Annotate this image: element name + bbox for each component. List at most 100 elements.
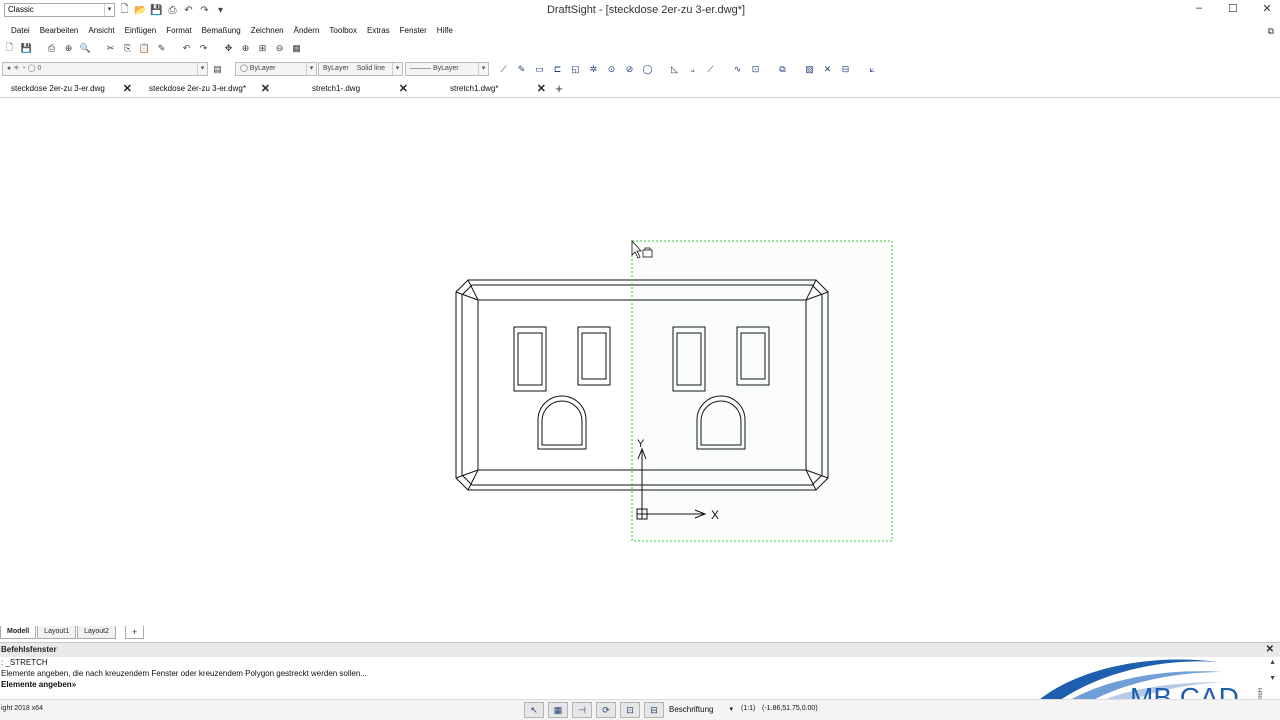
match-properties-icon[interactable]: ✎ (154, 41, 169, 55)
scroll-up-icon[interactable]: ▲ (1269, 659, 1276, 666)
snap-icon[interactable]: ↖ (524, 702, 544, 718)
print-preview-icon[interactable]: 🔍 (78, 41, 93, 55)
restore-icon[interactable]: ⧉ (1268, 26, 1274, 37)
add-tab-icon[interactable]: + (551, 81, 567, 97)
chevron-down-icon[interactable]: ▾ (729, 703, 733, 717)
redo-icon[interactable]: ↷ (196, 41, 211, 55)
command-window-header: Befehlsfenster ✕ (0, 643, 1280, 657)
undo-icon[interactable]: ↶ (179, 41, 194, 55)
close-tab-icon[interactable]: ✕ (261, 81, 270, 97)
properties-icon[interactable]: ▦ (289, 41, 304, 55)
ucs-x-label: X (711, 508, 719, 522)
zoom-window-icon[interactable]: ⊞ (255, 41, 270, 55)
region-icon[interactable]: ◱ (568, 62, 583, 76)
add-layout-icon[interactable]: + (125, 626, 145, 639)
menu-bar: Datei Bearbeiten Ansicht Einfügen Format Bema… (0, 22, 458, 40)
layer-select[interactable]: ● ☀ ◔ ◯ 0 ▾ (2, 62, 208, 76)
polyline-icon[interactable]: ⊏ (550, 62, 565, 76)
paste-icon[interactable]: 📋 (137, 41, 152, 55)
lineweight-select[interactable]: ——— ByLayer ▾ (405, 62, 489, 76)
layer-manager-icon[interactable]: ▤ (210, 62, 225, 76)
cut-icon[interactable]: ✂ (103, 41, 118, 55)
doc-tab-label: steckdose 2er-zu 3-er.dwg* (149, 84, 246, 93)
edit-icon[interactable]: ✎ (514, 62, 529, 76)
circle-icon[interactable]: ⊘ (622, 62, 637, 76)
close-tab-icon[interactable]: ✕ (399, 81, 408, 97)
close-icon[interactable]: ✕ (1260, 2, 1274, 15)
rectangle-icon[interactable]: ▭ (532, 62, 547, 76)
window-controls: – ☐ ✕ (1192, 2, 1274, 15)
layout-tab-layout2[interactable]: Layout2 (77, 626, 117, 639)
smart-dimension-icon[interactable]: ⟋ (496, 62, 511, 76)
menu-item[interactable]: Ansicht (83, 22, 119, 40)
image-icon[interactable]: ✕ (820, 62, 835, 76)
scroll-down-icon[interactable]: ▼ (1269, 675, 1276, 682)
explode-icon[interactable]: ✲ (586, 62, 601, 76)
menu-item[interactable]: Datei (6, 22, 35, 40)
drawing-canvas[interactable]: X Y MB CAD GmbH (0, 99, 1280, 713)
menu-item[interactable]: Hilfe (432, 22, 458, 40)
zoom-icon[interactable]: ⊕ (238, 41, 253, 55)
arc-icon[interactable]: ◯ (640, 62, 655, 76)
menu-item[interactable]: Bearbeiten (35, 22, 84, 40)
close-tab-icon[interactable]: ✕ (537, 81, 546, 97)
linestyle-value: Solid line (356, 65, 386, 72)
grid-icon[interactable]: ▦ (548, 702, 568, 718)
doc-tab[interactable]: stretch1.dwg* ✕ (414, 81, 552, 97)
ground-hole-left (537, 395, 587, 450)
menu-item[interactable]: Einfügen (120, 22, 162, 40)
zoom-previous-icon[interactable]: ⊖ (272, 41, 287, 55)
layout-tab-model[interactable]: Modell (0, 626, 37, 639)
trim-icon[interactable]: ⟓ (685, 62, 700, 76)
save-icon[interactable]: 💾 (19, 41, 34, 55)
chevron-down-icon[interactable]: ▾ (197, 63, 207, 75)
menu-item[interactable]: Zeichnen (246, 22, 289, 40)
menu-item[interactable]: Extras (362, 22, 395, 40)
document-tabs: steckdose 2er-zu 3-er.dwg ✕ steckdose 2e… (0, 81, 1280, 98)
polar-icon[interactable]: ⟳ (596, 702, 616, 718)
doc-tab[interactable]: steckdose 2er-zu 3-er.dwg ✕ (0, 81, 138, 97)
doc-tab-active[interactable]: steckdose 2er-zu 3-er.dwg* ✕ (138, 81, 276, 97)
copy-icon[interactable]: ⎘ (120, 41, 135, 55)
close-icon[interactable]: ✕ (1266, 643, 1274, 657)
hatch-icon[interactable]: ▨ (802, 62, 817, 76)
circle-center-icon[interactable]: ⊙ (604, 62, 619, 76)
chevron-down-icon[interactable]: ▾ (392, 63, 402, 75)
spline-icon[interactable]: ∿ (730, 62, 745, 76)
maximize-icon[interactable]: ☐ (1226, 2, 1240, 15)
chevron-down-icon[interactable]: ▾ (478, 63, 488, 75)
menu-item[interactable]: Bemaßung (197, 22, 246, 40)
measure-icon[interactable]: ⟀ (865, 62, 880, 76)
table-icon[interactable]: ⊟ (838, 62, 853, 76)
esnap-icon[interactable]: ⊡ (620, 702, 640, 718)
annotation-scale[interactable]: (1:1) (741, 705, 755, 712)
insert-block-icon[interactable]: ⧉ (775, 62, 790, 76)
publish-icon[interactable]: ⊕ (61, 41, 76, 55)
angle-dimension-icon[interactable]: ◺ (667, 62, 682, 76)
menu-item[interactable]: Format (161, 22, 196, 40)
color-select[interactable]: ◯ ByLayer ▾ (235, 62, 317, 76)
annotation-value: Beschriftung (669, 705, 714, 714)
pan-icon[interactable]: ✥ (221, 41, 236, 55)
doc-tab[interactable]: stretch1-.dwg ✕ (276, 81, 414, 97)
command-window-title: Befehlsfenster (1, 645, 57, 654)
menu-item[interactable]: Toolbox (324, 22, 362, 40)
menu-item[interactable]: Ändern (289, 22, 325, 40)
new-icon[interactable]: 🗋 (2, 41, 17, 55)
close-tab-icon[interactable]: ✕ (123, 81, 132, 97)
etrack-icon[interactable]: ⊟ (644, 702, 664, 718)
color-circle-icon: ◯ (240, 65, 250, 72)
ortho-icon[interactable]: ⊣ (572, 702, 592, 718)
window-title: DraftSight - [steckdose 2er-zu 3-er.dwg*… (546, 4, 746, 16)
annotation-select[interactable]: Beschriftung ▾ (665, 703, 735, 717)
extend-icon[interactable]: ⟋ (703, 62, 718, 76)
lineweight-value: ByLayer (432, 65, 459, 72)
minimize-icon[interactable]: – (1192, 2, 1206, 15)
menu-item[interactable]: Fenster (395, 22, 432, 40)
linestyle-select[interactable]: ByLayer Solid line ▾ (318, 62, 403, 76)
chevron-down-icon[interactable]: ▾ (306, 63, 316, 75)
command-prompt[interactable]: Elemente angeben» (0, 679, 1280, 690)
print-icon[interactable]: ⎙ (44, 41, 59, 55)
block-icon[interactable]: ⊡ (748, 62, 763, 76)
layout-tab-layout1[interactable]: Layout1 (37, 626, 77, 639)
